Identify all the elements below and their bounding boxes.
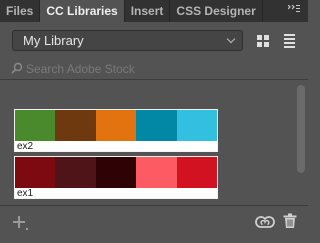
color-swatch[interactable] — [95, 110, 137, 141]
stock-search-bar — [0, 58, 308, 80]
scrollbar-thumb[interactable] — [297, 85, 305, 173]
color-swatch[interactable] — [176, 110, 218, 141]
tab-cc-libraries[interactable]: CC Libraries — [40, 0, 125, 22]
creative-cloud-icon — [255, 216, 275, 228]
tab-files[interactable]: Files — [0, 0, 41, 22]
theme-name: ex2 — [17, 141, 34, 152]
trash-icon — [283, 213, 297, 228]
theme-name: ex1 — [17, 188, 34, 199]
color-theme-ex2[interactable]: ex2 — [14, 109, 218, 152]
search-input[interactable] — [26, 60, 296, 78]
color-swatch[interactable] — [55, 110, 96, 141]
chevron-down-icon — [226, 34, 236, 44]
add-content-button[interactable] — [13, 215, 29, 231]
tab-css-designer[interactable]: CSS Designer — [170, 0, 263, 22]
color-swatch[interactable] — [15, 110, 56, 141]
cc-libraries-panel: My Library ex2 — [0, 22, 308, 243]
swatch-row — [15, 110, 218, 141]
panel-tab-bar: Files CC Libraries Insert CSS Designer — [0, 0, 308, 22]
grid-view-button[interactable] — [252, 30, 274, 51]
library-content: ex2 ex1 — [0, 81, 294, 205]
delete-button[interactable] — [283, 213, 297, 229]
library-dropdown-value: My Library — [23, 33, 84, 48]
swatch-row — [15, 157, 218, 188]
search-icon — [11, 62, 23, 74]
vertical-scrollbar[interactable] — [294, 81, 308, 205]
color-swatch[interactable] — [55, 157, 96, 188]
grid-view-icon — [257, 34, 269, 47]
list-view-icon — [283, 33, 295, 48]
color-theme-ex1[interactable]: ex1 — [14, 156, 218, 199]
panel-menu-icon[interactable] — [287, 4, 300, 18]
color-swatch[interactable] — [95, 157, 137, 188]
color-swatch[interactable] — [136, 157, 177, 188]
color-swatch[interactable] — [136, 110, 177, 141]
tab-insert[interactable]: Insert — [125, 0, 171, 22]
library-dropdown[interactable]: My Library — [12, 30, 243, 51]
creative-cloud-button[interactable] — [255, 214, 275, 230]
panel-footer — [0, 205, 308, 243]
color-swatch[interactable] — [15, 157, 56, 188]
list-view-button[interactable] — [278, 30, 300, 51]
color-swatch[interactable] — [176, 157, 218, 188]
add-icon — [13, 216, 28, 230]
